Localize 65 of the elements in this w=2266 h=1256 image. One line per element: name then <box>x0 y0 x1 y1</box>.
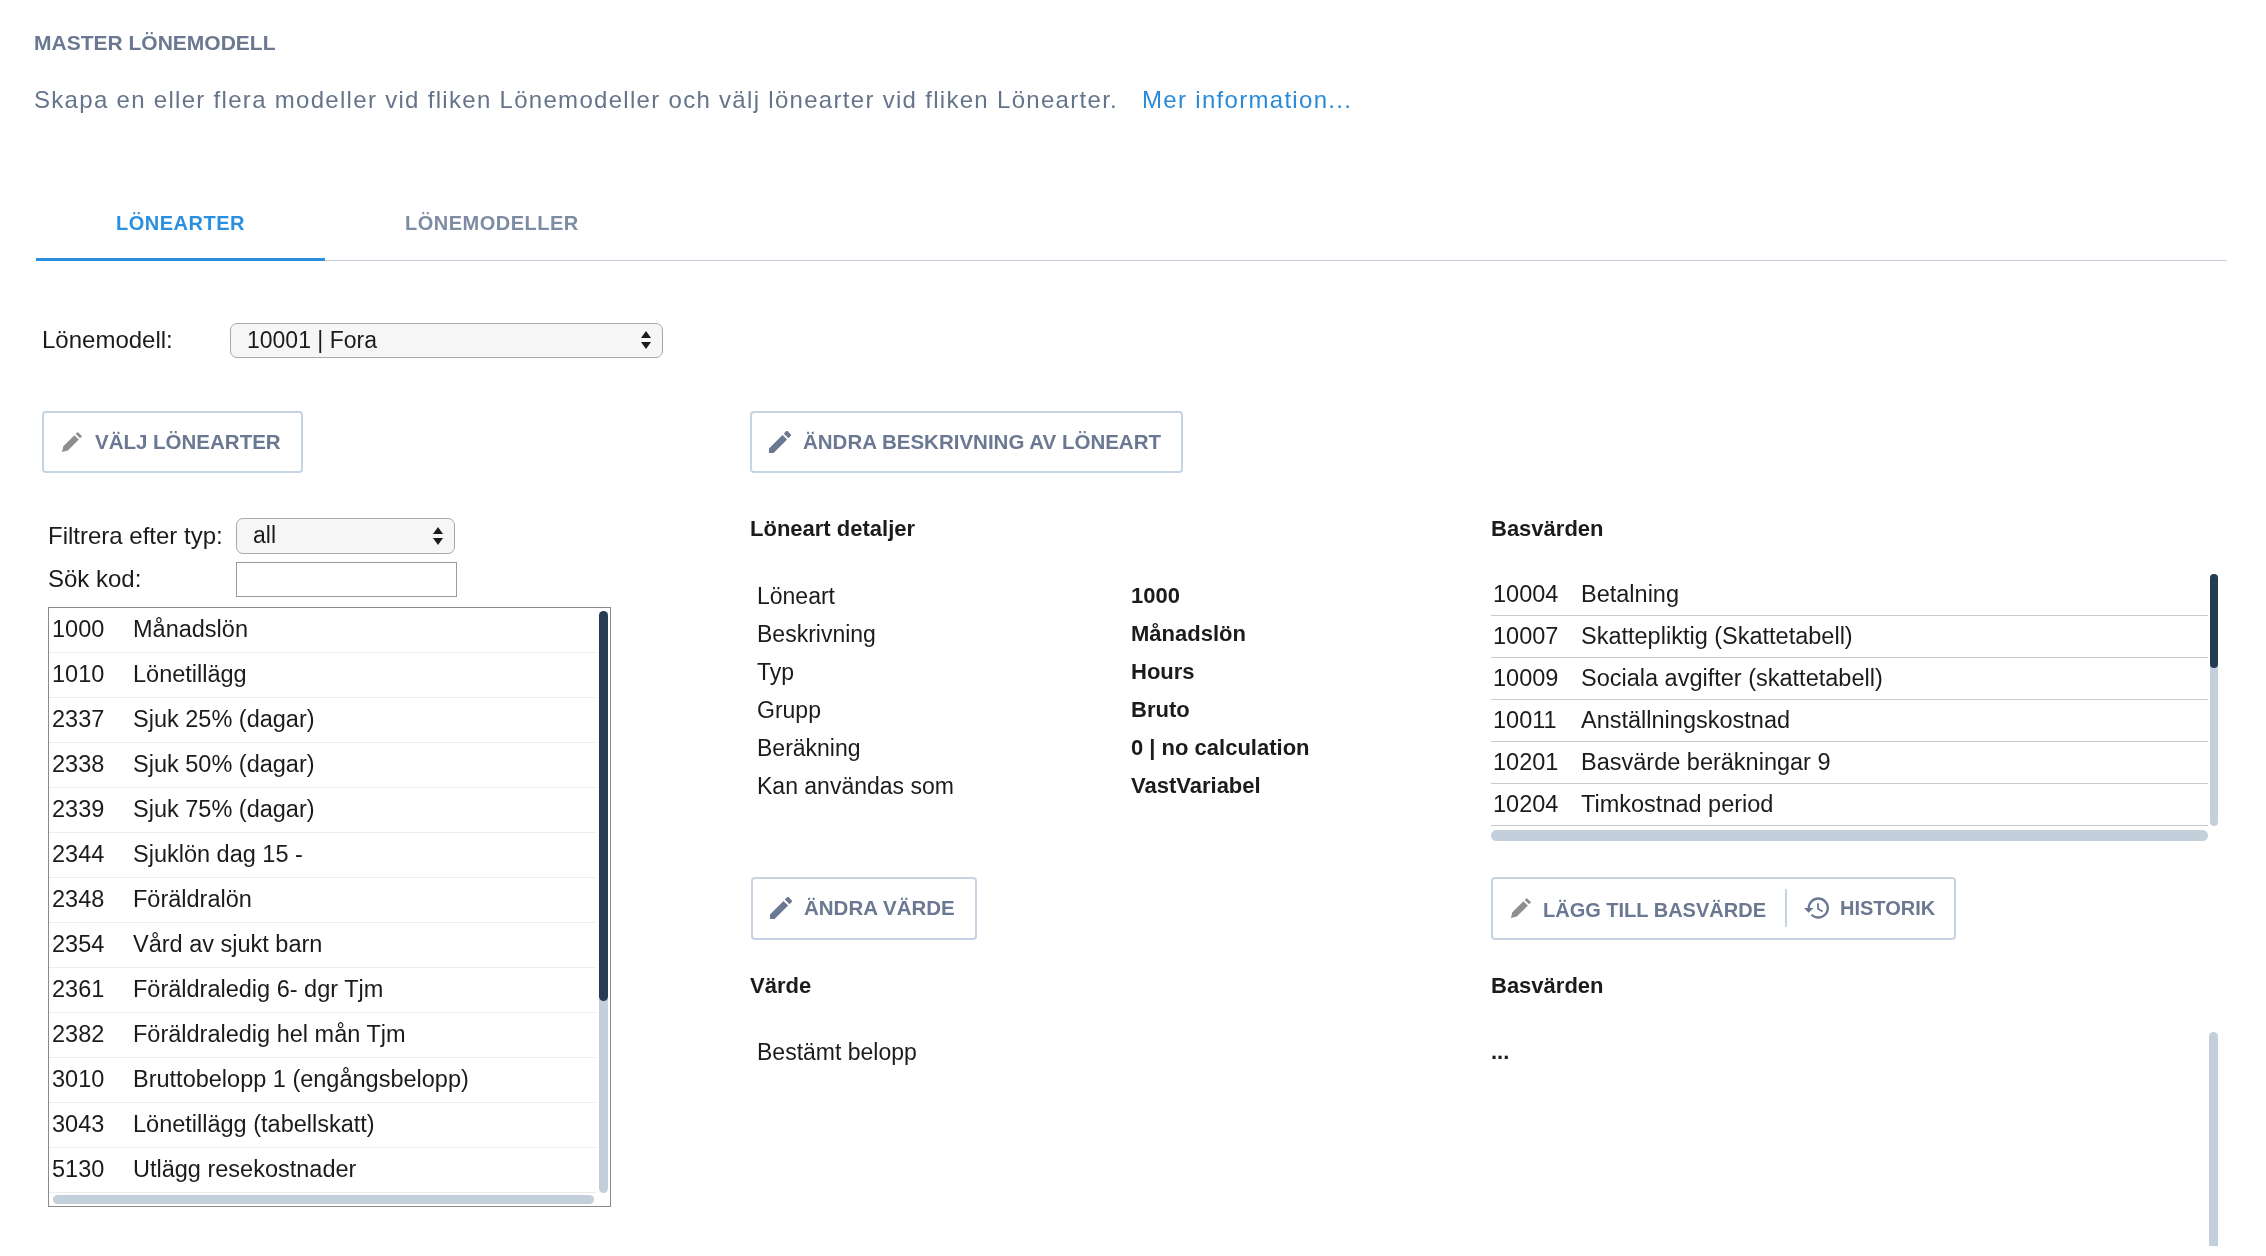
more-info-link[interactable]: Mer information... <box>1142 85 1353 115</box>
detail-value: Bruto <box>1131 695 1190 724</box>
choose-wage-types-button[interactable]: VÄLJ LÖNEARTER <box>42 410 303 473</box>
section-heading: Löneart detaljer <box>750 514 917 543</box>
detail-value: 1000 <box>1131 581 1180 610</box>
search-field[interactable] <box>236 561 457 597</box>
detail-value: Hours <box>1131 657 1195 686</box>
edit-value-button[interactable]: ÄNDRA VÄRDE <box>751 876 977 940</box>
horizontal-scrollbar[interactable] <box>1491 829 2208 841</box>
list-item[interactable]: 3043 Lönetillägg (tabellskatt) <box>49 1102 596 1148</box>
edit-description-button[interactable]: ÄNDRA BESKRIVNING AV LÖNEART <box>750 410 1183 473</box>
list-item[interactable]: 5130 Utlägg resekostnader <box>49 1147 596 1193</box>
updown-arrows-icon <box>641 331 651 349</box>
list-item[interactable]: 10007 Skattepliktig (Skattetabell) <box>1491 615 2208 658</box>
list-item[interactable]: 10004 Betalning <box>1491 573 2208 616</box>
section-heading: Basvärden <box>1491 971 1605 1000</box>
detail-value: Månadslön <box>1131 619 1246 648</box>
list-item[interactable]: 10204 Timkostnad period <box>1491 783 2208 826</box>
detail-label: Typ <box>757 657 795 687</box>
pencil-icon <box>769 430 791 453</box>
horizontal-scrollbar[interactable] <box>53 1194 594 1204</box>
detail-label: Beskrivning <box>757 619 876 649</box>
list-item[interactable]: 2344 Sjuklön dag 15 - <box>49 832 596 878</box>
intro-text: Skapa en eller flera modeller vid fliken Lönemodeller och välj lönearter vid fliken Lönearter. <box>34 85 1119 115</box>
type-filter-select[interactable]: all <box>236 517 455 554</box>
field-label: Lönemodell: <box>42 325 174 355</box>
detail-label: Beräkning <box>757 733 861 763</box>
pencil-icon <box>61 430 83 453</box>
scrollbar-track[interactable] <box>599 610 608 1193</box>
updown-arrows-icon <box>433 526 443 545</box>
page-title: MASTER LÖNEMODELL <box>34 30 277 56</box>
detail-label: Grupp <box>757 695 821 725</box>
field-label: Filtrera efter typ: <box>48 520 224 551</box>
value-text: Bestämt belopp <box>756 1037 918 1066</box>
section-heading: Värde <box>750 971 813 1000</box>
scrollbar-track[interactable] <box>2210 573 2218 826</box>
detail-label: Löneart <box>757 581 835 611</box>
scrollbar-thumb[interactable] <box>2210 573 2218 668</box>
pencil-icon <box>770 897 792 919</box>
model-select[interactable]: 10001 | Fora <box>230 322 663 358</box>
add-base-value-button[interactable]: LÄGG TILL BASVÄRDE <box>1493 878 1785 938</box>
scrollbar-thumb[interactable] <box>599 610 608 1001</box>
list-item[interactable]: 10009 Sociala avgifter (skattetabell) <box>1491 657 2208 700</box>
list-item[interactable]: 3010 Bruttobelopp 1 (engångsbelopp) <box>49 1057 596 1103</box>
list-item[interactable]: 2354 Vård av sjukt barn <box>49 922 596 968</box>
list-item[interactable]: 2361 Föräldraledig 6- dgr Tjm <box>49 967 596 1013</box>
field-label: Sök kod: <box>48 564 143 594</box>
list-item[interactable]: 2348 Föräldralön <box>49 877 596 923</box>
detail-label: Kan användas som <box>757 771 954 801</box>
history-button[interactable]: HISTORIK <box>1786 878 1955 938</box>
ellipsis-text: ... <box>1491 1037 1510 1066</box>
detail-value: VastVariabel <box>1131 771 1261 800</box>
list-item[interactable]: 2382 Föräldraledig hel mån Tjm <box>49 1012 596 1058</box>
list-item[interactable]: 10201 Basvärde beräkningar 9 <box>1491 741 2208 784</box>
scrollbar-track[interactable] <box>2209 1031 2218 1246</box>
list-item[interactable]: 10011 Anställningskostnad <box>1491 699 2208 742</box>
detail-value: 0 | no calculation <box>1131 733 1310 762</box>
history-icon <box>1803 897 1829 919</box>
pencil-icon <box>1510 897 1532 919</box>
list-item[interactable]: 2337 Sjuk 25% (dagar) <box>49 697 596 743</box>
list-item[interactable]: 2339 Sjuk 75% (dagar) <box>49 787 596 833</box>
section-heading: Basvärden <box>1491 514 1605 543</box>
list-item[interactable]: 1000 Månadslön <box>49 607 596 653</box>
list-item[interactable]: 2338 Sjuk 50% (dagar) <box>49 742 596 788</box>
list-item[interactable]: 1010 Lönetillägg <box>49 652 596 698</box>
